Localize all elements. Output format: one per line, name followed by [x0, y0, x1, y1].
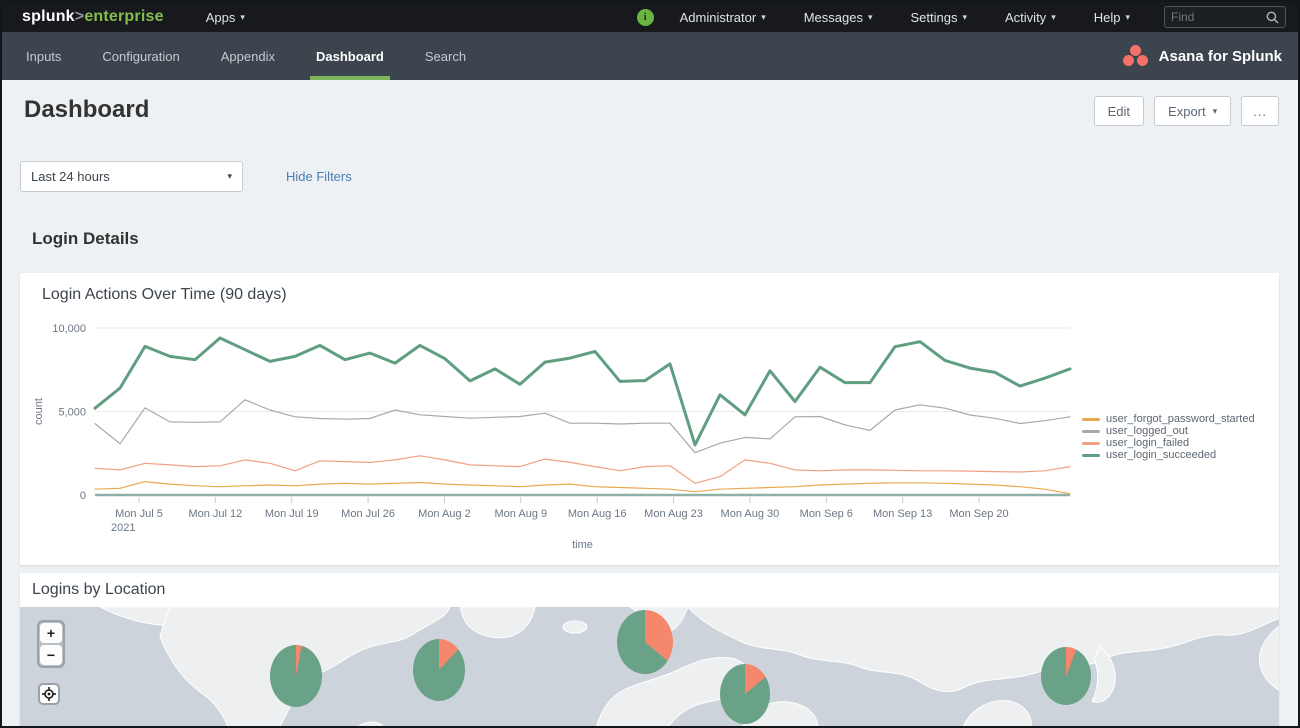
svg-text:Mon Aug 30: Mon Aug 30 — [721, 508, 780, 520]
app-brand: Asana for Splunk — [1123, 32, 1282, 80]
legend-label: user_logged_out — [1106, 425, 1188, 437]
legend-swatch-icon — [1082, 430, 1100, 433]
splunk-dashboard-screen: splunk>enterprise Apps▾ i Administrator▾… — [0, 0, 1300, 728]
chevron-down-icon: ▾ — [1125, 13, 1130, 22]
login-pie-us-east — [413, 639, 465, 701]
legend-item-user_logged_out[interactable]: user_logged_out — [1082, 425, 1255, 437]
messages-menu[interactable]: Messages▾ — [800, 10, 877, 25]
map-canvas[interactable]: + − — [20, 607, 1279, 728]
chevron-down-icon: ▾ — [868, 13, 873, 22]
login-actions-chart-panel: Login Actions Over Time (90 days) 05,000… — [20, 273, 1279, 565]
legend-item-user_login_succeeded[interactable]: user_login_succeeded — [1082, 449, 1255, 461]
svg-text:0: 0 — [80, 490, 86, 502]
svg-text:time: time — [572, 539, 593, 551]
crosshair-icon — [42, 687, 56, 701]
app-brand-label: Asana for Splunk — [1159, 48, 1282, 65]
login-pie-us-west — [270, 645, 322, 707]
chevron-down-icon: ▾ — [227, 172, 232, 181]
administrator-menu[interactable]: Administrator▾ — [676, 10, 770, 25]
tab-search[interactable]: Search — [423, 32, 468, 80]
activity-menu[interactable]: Activity▾ — [1001, 10, 1060, 25]
zoom-out-button[interactable]: − — [40, 645, 62, 665]
svg-text:count: count — [33, 398, 45, 425]
find-input[interactable] — [1171, 10, 1261, 24]
tab-appendix[interactable]: Appendix — [219, 32, 277, 80]
time-range-value: Last 24 hours — [31, 169, 110, 184]
info-icon[interactable]: i — [637, 9, 654, 26]
locate-button[interactable] — [38, 683, 60, 705]
logo-splunk-text: splunk — [22, 8, 75, 25]
svg-text:Mon Jul 12: Mon Jul 12 — [188, 508, 242, 520]
login-pie-uk — [617, 610, 673, 674]
svg-text:Mon Sep 13: Mon Sep 13 — [873, 508, 932, 520]
more-actions-button[interactable]: ... — [1241, 96, 1279, 126]
legend-item-user_forgot_password_started[interactable]: user_forgot_password_started — [1082, 413, 1255, 425]
legend-label: user_login_succeeded — [1106, 449, 1216, 461]
svg-text:Mon Aug 9: Mon Aug 9 — [495, 508, 548, 520]
legend-swatch-icon — [1082, 442, 1100, 445]
export-button[interactable]: Export▾ — [1154, 96, 1231, 126]
svg-text:Mon Aug 2: Mon Aug 2 — [418, 508, 471, 520]
chevron-down-icon: ▾ — [240, 13, 245, 22]
settings-menu[interactable]: Settings▾ — [907, 10, 972, 25]
login-pie-se-europe — [720, 664, 770, 724]
svg-text:5,000: 5,000 — [58, 407, 86, 419]
map-title: Logins by Location — [20, 573, 1279, 607]
section-title: Login Details — [20, 229, 1279, 249]
logins-map-panel: Logins by Location + − — [20, 573, 1279, 728]
legend-swatch-icon — [1082, 454, 1100, 457]
svg-text:2021: 2021 — [111, 522, 135, 534]
page-title: Dashboard — [20, 96, 149, 124]
search-icon — [1266, 11, 1279, 24]
help-menu[interactable]: Help▾ — [1090, 10, 1134, 25]
app-nav-bar: Inputs Configuration Appendix Dashboard … — [2, 32, 1298, 80]
legend-label: user_forgot_password_started — [1106, 413, 1255, 425]
edit-button[interactable]: Edit — [1094, 96, 1144, 126]
tab-dashboard[interactable]: Dashboard — [314, 32, 386, 80]
svg-text:10,000: 10,000 — [52, 323, 86, 335]
chevron-down-icon: ▾ — [761, 13, 766, 22]
svg-text:Mon Jul 19: Mon Jul 19 — [265, 508, 319, 520]
apps-menu[interactable]: Apps▾ — [202, 10, 249, 25]
legend-label: user_login_failed — [1106, 437, 1189, 449]
svg-text:Mon Aug 16: Mon Aug 16 — [568, 508, 627, 520]
legend-swatch-icon — [1082, 418, 1100, 421]
svg-text:Mon Aug 23: Mon Aug 23 — [644, 508, 703, 520]
find-search-box[interactable] — [1164, 6, 1286, 28]
tab-configuration[interactable]: Configuration — [100, 32, 181, 80]
hide-filters-link[interactable]: Hide Filters — [286, 169, 352, 184]
chevron-down-icon: ▾ — [1213, 107, 1218, 116]
time-range-picker[interactable]: Last 24 hours ▾ — [20, 161, 243, 192]
svg-text:Mon Sep 20: Mon Sep 20 — [949, 508, 1008, 520]
svg-text:Mon Sep 6: Mon Sep 6 — [800, 508, 853, 520]
zoom-in-button[interactable]: + — [40, 623, 62, 643]
logo-enterprise-text: enterprise — [84, 8, 163, 25]
chart-legend: user_forgot_password_starteduser_logged_… — [1082, 413, 1255, 461]
chevron-down-icon: ▾ — [1051, 13, 1056, 22]
asana-logo-icon — [1123, 45, 1149, 67]
svg-text:Mon Jul 26: Mon Jul 26 — [341, 508, 395, 520]
chevron-down-icon: ▾ — [962, 13, 967, 22]
logo-gt-text: > — [75, 8, 85, 25]
splunk-logo[interactable]: splunk>enterprise — [22, 8, 164, 26]
top-bar: splunk>enterprise Apps▾ i Administrator▾… — [2, 2, 1298, 32]
login-pie-japan — [1041, 647, 1091, 705]
map-zoom-controls: + − — [37, 620, 65, 668]
svg-text:Mon Jul 5: Mon Jul 5 — [115, 508, 163, 520]
legend-item-user_login_failed[interactable]: user_login_failed — [1082, 437, 1255, 449]
tab-inputs[interactable]: Inputs — [24, 32, 63, 80]
